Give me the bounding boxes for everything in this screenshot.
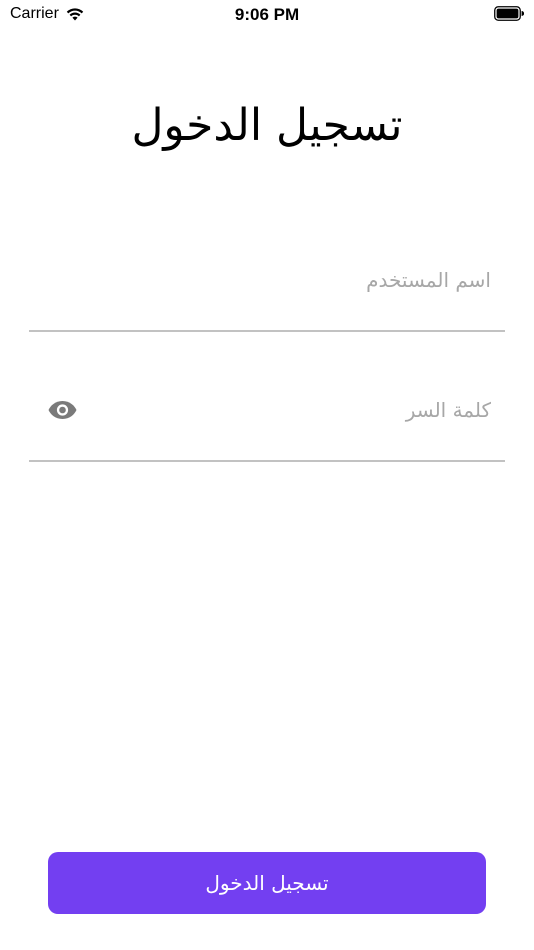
- username-field: [29, 258, 505, 332]
- status-time: 9:06 PM: [234, 5, 300, 24]
- battery-icon: [494, 6, 524, 21]
- username-input[interactable]: [43, 258, 491, 302]
- login-button[interactable]: تسجيل الدخول: [48, 852, 486, 914]
- password-field: [29, 388, 505, 462]
- status-bar: Carrier 9:06 PM: [0, 0, 534, 30]
- page-title: تسجيل الدخول: [131, 100, 403, 151]
- eye-icon[interactable]: [47, 398, 78, 422]
- password-input[interactable]: [89, 388, 491, 432]
